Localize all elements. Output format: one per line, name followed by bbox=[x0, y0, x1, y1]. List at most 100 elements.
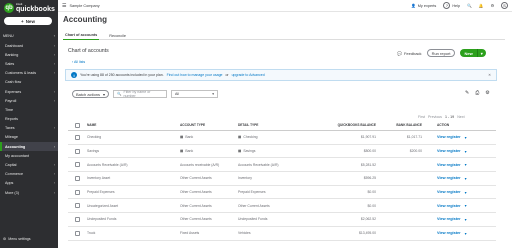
manage-usage-link[interactable]: Find out how to manage your usage bbox=[167, 73, 223, 77]
row-checkbox[interactable] bbox=[75, 162, 80, 168]
table-row[interactable]: Truck Fixed Assets Vehicles $13,495.00 View … bbox=[68, 227, 496, 241]
view-register-link[interactable]: View register bbox=[437, 190, 461, 194]
search-icon: 🔍 bbox=[117, 92, 122, 96]
previous-page-link[interactable]: Previous bbox=[428, 115, 442, 119]
sidebar-item-customers-leads[interactable]: Customers & leads › bbox=[0, 69, 58, 78]
sidebar-item-sales[interactable]: Sales › bbox=[0, 59, 58, 68]
header-name[interactable]: NAME bbox=[85, 123, 178, 127]
my-experts-link[interactable]: 👤 My experts bbox=[411, 3, 436, 9]
chevron-down-icon[interactable]: ▾ bbox=[465, 162, 467, 167]
sidebar-item-cash-flow[interactable]: Cash flow bbox=[0, 78, 58, 87]
search-input[interactable]: 🔍 Filter by name or number bbox=[113, 90, 168, 98]
sidebar-item-label: Apps bbox=[5, 181, 14, 186]
print-icon[interactable]: ⎙ bbox=[475, 90, 479, 96]
settings-icon[interactable]: ⚙ bbox=[485, 90, 489, 96]
sidebar-item-label: Capital bbox=[5, 163, 17, 168]
row-checkbox[interactable] bbox=[75, 175, 80, 181]
account-filter-select[interactable]: All ▾ bbox=[171, 90, 219, 98]
company-switcher[interactable]: ☰ Sample Company bbox=[62, 3, 100, 9]
run-report-button[interactable]: Run report bbox=[426, 49, 456, 57]
row-checkbox[interactable] bbox=[75, 148, 80, 154]
row-checkbox[interactable] bbox=[75, 134, 80, 140]
select-all-checkbox[interactable] bbox=[75, 122, 80, 128]
chevron-down-icon[interactable]: ▾ bbox=[465, 190, 467, 195]
feedback-button[interactable]: 💬 Feedback bbox=[397, 51, 422, 56]
collapse-icon[interactable]: ‹ bbox=[54, 34, 55, 38]
table-row[interactable]: Checking ▦ Bank ▦ Checking $1,907.91 $1,017.71… bbox=[68, 131, 496, 145]
chevron-down-icon[interactable]: ▾ bbox=[465, 149, 467, 154]
batch-actions-dropdown[interactable]: Batch actions ▾ bbox=[72, 90, 110, 98]
new-account-label[interactable]: New bbox=[460, 49, 476, 57]
table-row[interactable]: Accounts Receivable (A/R) Accounts receiv… bbox=[68, 158, 496, 173]
header-qb-balance[interactable]: QUICKBOOKS BALANCE bbox=[326, 123, 379, 127]
company-name: Sample Company bbox=[69, 3, 100, 8]
pencil-icon[interactable]: ✎ bbox=[465, 90, 469, 96]
sidebar-item-taxes[interactable]: Taxes › bbox=[0, 124, 58, 133]
new-account-button[interactable]: New ▾ bbox=[460, 49, 486, 57]
quickbooks-logo[interactable]: qb intuit quickbooks bbox=[4, 3, 55, 13]
close-icon[interactable]: ✕ bbox=[488, 73, 491, 77]
account-type: Bank bbox=[185, 149, 194, 154]
table-row[interactable]: Uncategorized Asset Other Current Assets O… bbox=[68, 199, 496, 214]
view-register-link[interactable]: View register bbox=[437, 204, 461, 208]
view-register-link[interactable]: View register bbox=[437, 231, 461, 235]
chevron-down-icon[interactable]: ▾ bbox=[465, 231, 467, 236]
bank-balance: $1,017.71 bbox=[406, 135, 422, 140]
sidebar-item-capital[interactable]: Capital › bbox=[0, 160, 58, 169]
chevron-down-icon[interactable]: ▾ bbox=[476, 49, 486, 57]
quickbooks-balance: $0.00 bbox=[367, 190, 377, 195]
tab-reconcile[interactable]: Reconcile bbox=[107, 31, 128, 40]
chevron-down-icon[interactable]: ▾ bbox=[465, 203, 467, 208]
row-checkbox[interactable] bbox=[75, 230, 80, 236]
table-row[interactable]: Undeposited Funds Other Current Assets Und… bbox=[68, 213, 496, 227]
first-page-link[interactable]: First bbox=[418, 115, 425, 119]
row-checkbox[interactable] bbox=[75, 189, 80, 195]
row-checkbox[interactable] bbox=[75, 203, 80, 209]
account-type: Accounts receivable (A/R) bbox=[180, 162, 220, 167]
sidebar-item-accounting[interactable]: Accounting › bbox=[0, 142, 58, 152]
sidebar-item-mileage[interactable]: Mileage bbox=[0, 133, 58, 142]
bell-icon[interactable]: 🔔 bbox=[479, 3, 484, 8]
sidebar-item-reports[interactable]: Reports bbox=[0, 115, 58, 124]
sidebar-item-more-3[interactable]: More (3) › bbox=[0, 188, 58, 197]
chevron-down-icon[interactable]: ▾ bbox=[465, 217, 467, 222]
profile-avatar[interactable]: S bbox=[501, 2, 508, 9]
row-checkbox[interactable] bbox=[75, 216, 80, 222]
sidebar-item-dashboard[interactable]: Dashboard › bbox=[0, 41, 58, 50]
sidebar-item-time[interactable]: Time bbox=[0, 105, 58, 114]
help-link[interactable]: ? Help bbox=[443, 2, 460, 9]
header-bank-balance[interactable]: BANK BALANCE bbox=[379, 123, 425, 127]
search-icon[interactable]: 🔍 bbox=[467, 3, 472, 8]
sidebar-item-my-accountant[interactable]: My accountant bbox=[0, 151, 58, 160]
table-row[interactable]: Savings ▦ Bank ▦ Savings $800.00 $200.00 View r… bbox=[68, 145, 496, 159]
view-register-link[interactable]: View register bbox=[437, 217, 461, 221]
hamburger-icon[interactable]: ☰ bbox=[62, 3, 66, 9]
sidebar-item-payroll[interactable]: Payroll › bbox=[0, 96, 58, 105]
chevron-down-icon[interactable]: ▾ bbox=[465, 176, 467, 181]
upgrade-link[interactable]: upgrade to Advanced bbox=[232, 73, 265, 77]
sidebar-item-commerce[interactable]: Commerce › bbox=[0, 170, 58, 179]
view-register-link[interactable]: View register bbox=[437, 135, 461, 139]
header-detail-type[interactable]: DETAIL TYPE bbox=[236, 123, 326, 127]
person-icon: 👤 bbox=[411, 4, 416, 8]
table-row[interactable]: Prepaid Expenses Other Current Assets Prep… bbox=[68, 186, 496, 200]
chevron-down-icon[interactable]: ▾ bbox=[465, 135, 467, 140]
sidebar-item-expenses[interactable]: Expenses › bbox=[0, 87, 58, 96]
new-button[interactable]: + New bbox=[4, 17, 52, 25]
table-row[interactable]: Inventory Asset Other Current Assets Inven… bbox=[68, 172, 496, 186]
section-title: Chart of accounts bbox=[68, 48, 109, 54]
gear-icon[interactable]: ⚙ bbox=[491, 3, 494, 8]
header-account-type[interactable]: ACCOUNT TYPE bbox=[178, 123, 236, 127]
view-register-link[interactable]: View register bbox=[437, 149, 461, 153]
view-register-link[interactable]: View register bbox=[437, 176, 461, 180]
menu-settings-link[interactable]: ⚙ Menu settings bbox=[3, 237, 31, 241]
batch-actions-label: Batch actions bbox=[76, 91, 101, 97]
all-lists-link[interactable]: ‹ All lists bbox=[72, 60, 85, 64]
sidebar-item-banking[interactable]: Banking › bbox=[0, 50, 58, 59]
next-page-link[interactable]: Next bbox=[457, 115, 464, 119]
sidebar-item-apps[interactable]: Apps › bbox=[0, 179, 58, 188]
tab-chart-of-accounts[interactable]: Chart of accounts bbox=[63, 31, 100, 40]
sidebar-item-label: Time bbox=[5, 107, 14, 112]
view-register-link[interactable]: View register bbox=[437, 163, 461, 167]
table-body: Checking ▦ Bank ▦ Checking $1,907.91 $1,017.71… bbox=[68, 131, 496, 241]
